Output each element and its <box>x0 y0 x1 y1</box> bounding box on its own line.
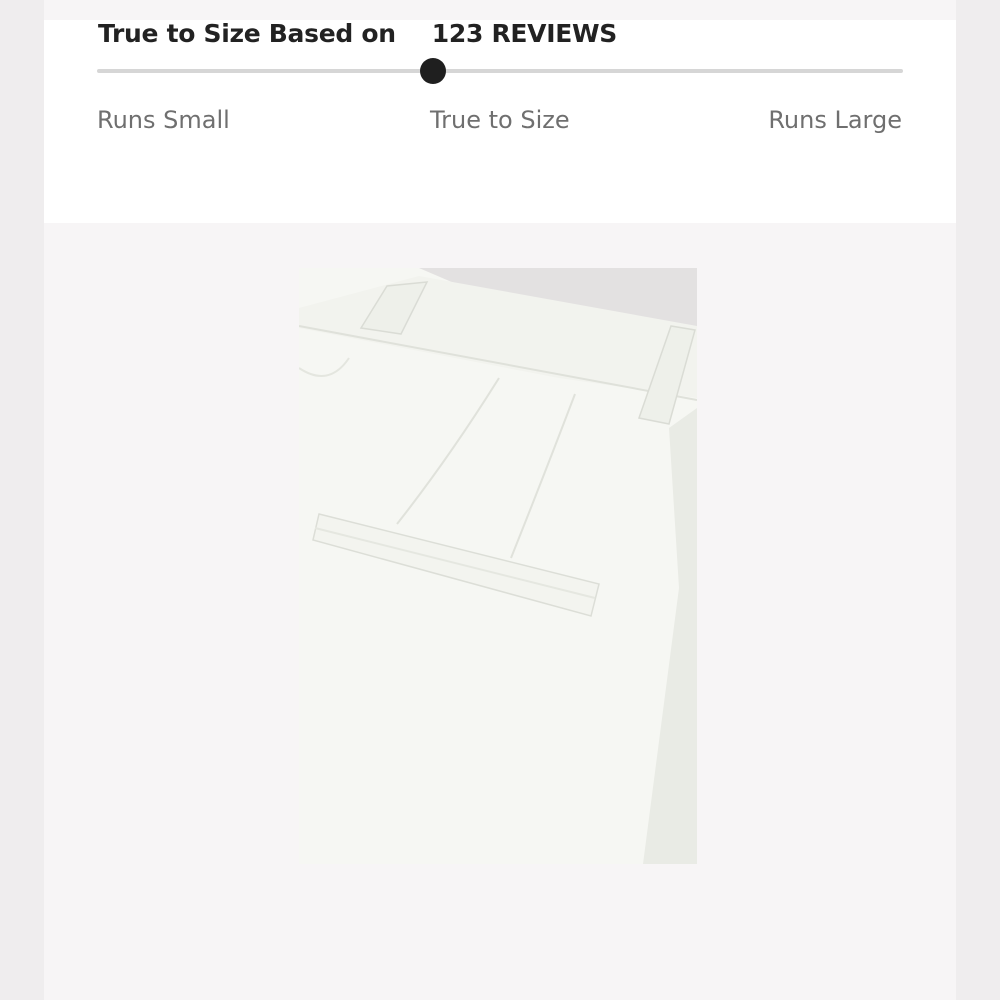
runs-large-label: Runs Large <box>768 106 902 134</box>
true-to-size-label: True to Size <box>430 106 570 134</box>
product-image[interactable] <box>299 268 697 864</box>
trousers-illustration <box>299 268 697 864</box>
fit-scale-track <box>97 69 903 73</box>
page-gutter-left <box>0 0 44 1000</box>
fit-heading: True to Size Based on 123 REVIEWS <box>98 16 617 50</box>
fit-heading-text: True to Size Based on <box>98 18 396 48</box>
reviews-count-link[interactable]: 123 REVIEWS <box>432 19 618 48</box>
page-gutter-right <box>956 0 1000 1000</box>
runs-small-label: Runs Small <box>97 106 230 134</box>
fit-scale-indicator <box>420 58 447 84</box>
size-fit-panel: True to Size Based on 123 REVIEWS Runs S… <box>44 19 956 223</box>
